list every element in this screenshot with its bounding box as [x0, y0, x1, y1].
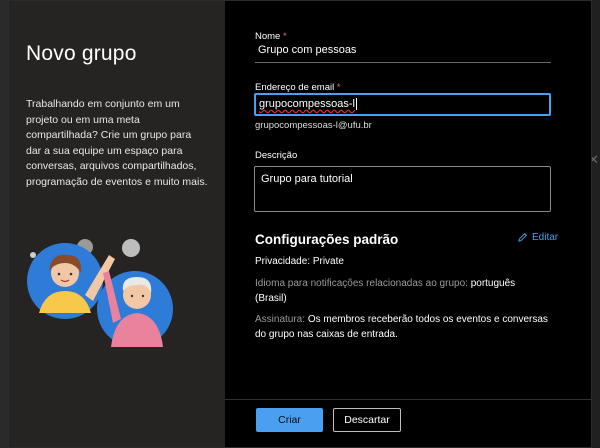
footer-divider — [225, 399, 591, 400]
email-address-preview: grupocompessoas-l@ufu.br — [255, 120, 372, 131]
subscription-label: Assinatura: — [255, 314, 306, 325]
description-field-value: Grupo para tutorial — [261, 173, 353, 185]
language-setting: Idioma para notificações relacionadas ao… — [255, 276, 555, 306]
discard-button[interactable]: Descartar — [333, 408, 401, 432]
description-field[interactable]: Grupo para tutorial — [254, 166, 551, 212]
language-label: Idioma para notificações relacionadas ao… — [255, 278, 468, 289]
language-region: (Brasil) — [255, 293, 287, 304]
privacy-setting: Privacidade: Private — [255, 254, 555, 269]
privacy-value: Private — [312, 256, 344, 267]
subscription-setting: Assinatura: Os membros receberão todos o… — [255, 312, 555, 342]
default-settings-title: Configurações padrão — [255, 232, 399, 247]
edit-settings-label: Editar — [532, 232, 559, 243]
dialog-title: Novo grupo — [26, 42, 137, 65]
create-button[interactable]: Criar — [256, 408, 323, 432]
background-left-edge — [0, 0, 8, 448]
name-field[interactable]: Grupo com pessoas — [255, 39, 551, 63]
description-label: Descrição — [255, 150, 298, 161]
language-value: português — [470, 278, 516, 289]
name-field-value: Grupo com pessoas — [258, 44, 357, 56]
email-label: Endereço de email * — [255, 82, 341, 93]
pencil-icon — [518, 233, 527, 242]
email-field[interactable]: grupocompessoas-l — [254, 93, 551, 116]
text-caret — [356, 98, 357, 111]
dialog-form-panel: Nome * Grupo com pessoas Endereço de ema… — [225, 1, 591, 447]
new-group-dialog: Novo grupo Trabalhando em conjunto em um… — [8, 0, 592, 448]
privacy-label: Privacidade: — [255, 256, 311, 267]
edit-settings-link[interactable]: Editar — [517, 232, 558, 243]
group-illustration — [27, 239, 173, 347]
email-label-text: Endereço de email — [255, 82, 335, 93]
background-right-edge — [592, 0, 600, 448]
dialog-info-panel: Novo grupo Trabalhando em conjunto em um… — [9, 1, 225, 447]
email-required-mark: * — [336, 82, 341, 93]
dialog-description: Trabalhando em conjunto em um projeto ou… — [26, 98, 208, 188]
email-field-value: grupocompessoas-l — [259, 98, 355, 110]
